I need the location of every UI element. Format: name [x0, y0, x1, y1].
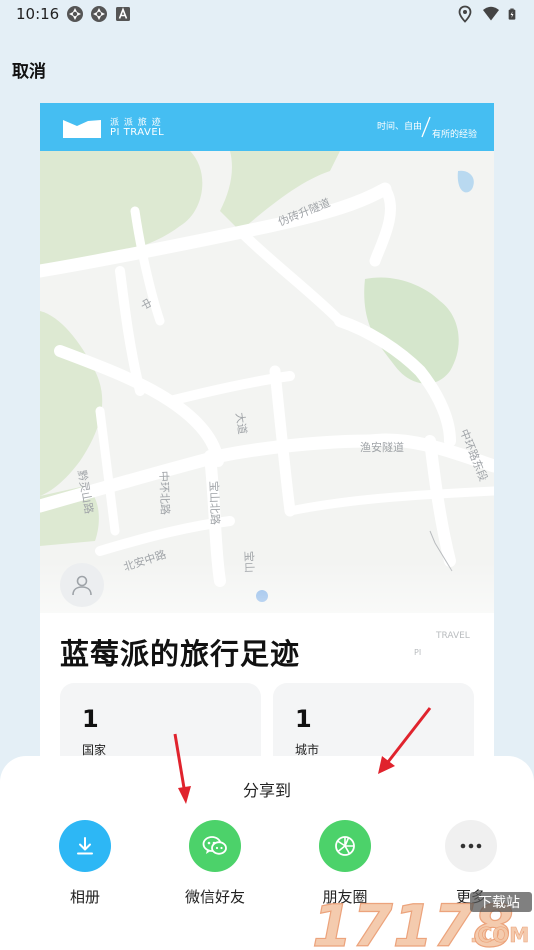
user-icon: [72, 575, 92, 596]
moments-icon: [319, 820, 371, 872]
slogan-line-2: 有所的经验: [432, 130, 478, 140]
app-notification-icon: [67, 6, 83, 22]
watermark-sub: 下载站: [478, 895, 520, 911]
share-option-label: 相册: [69, 888, 100, 906]
app-notification-icon: [91, 6, 107, 22]
map-watermark: TRAVEL: [436, 631, 470, 641]
slash-divider: [421, 116, 431, 138]
road-label: 大道: [233, 411, 250, 435]
share-sheet-title: 分享到: [242, 781, 291, 800]
map-graphic: 伪砖升隧道 中 大道 宝山北路 渔安隧道 中环路东段 中环北路 黔灵山路 北安中…: [40, 151, 494, 602]
share-option-album[interactable]: 相册: [30, 820, 140, 910]
card-header: 派 派 旅 迹 PI TRAVEL 时间、自由 有所的经验: [40, 103, 494, 151]
a-icon: [116, 7, 130, 21]
watermark-domain: .COM: [470, 923, 529, 947]
status-system-icons: [456, 5, 520, 23]
status-time: 10:16: [16, 5, 60, 23]
road-label: 渔安隧道: [360, 440, 404, 454]
avatar: [60, 563, 104, 607]
map-watermark-pi: PI: [414, 648, 422, 657]
road-label: 宝山北路: [207, 481, 223, 525]
wifi-icon: [483, 6, 499, 21]
site-watermark: 17178 下载站 .COM: [311, 891, 532, 950]
map: 伪砖升隧道 中 大道 宝山北路 渔安隧道 中环路东段 中环北路 黔灵山路 北安中…: [40, 151, 494, 661]
wechat-icon: [189, 820, 241, 872]
share-option-label: 微信好友: [184, 888, 245, 906]
stat-value: 1: [295, 705, 312, 733]
card-title: 蓝莓派的旅行足迹: [60, 637, 301, 671]
share-option-wechat[interactable]: 微信好友: [160, 820, 270, 910]
status-bar: 10:16: [0, 0, 534, 30]
stat-value: 1: [82, 705, 99, 733]
more-icon: [445, 820, 497, 872]
road-label: 中环北路: [157, 471, 172, 515]
battery-charging-icon: [508, 8, 516, 20]
download-icon: [59, 820, 111, 872]
brand-logo-icon: [63, 120, 101, 138]
status-notification-icons: [66, 5, 132, 23]
cancel-button[interactable]: 取消: [12, 57, 46, 82]
brand-name-en: PI TRAVEL: [110, 127, 165, 138]
slogan-line-1: 时间、自由: [377, 122, 423, 132]
share-card: 派 派 旅 迹 PI TRAVEL 时间、自由 有所的经验 伪砖升隧道 中 大道…: [40, 103, 494, 803]
location-icon: [458, 5, 472, 23]
